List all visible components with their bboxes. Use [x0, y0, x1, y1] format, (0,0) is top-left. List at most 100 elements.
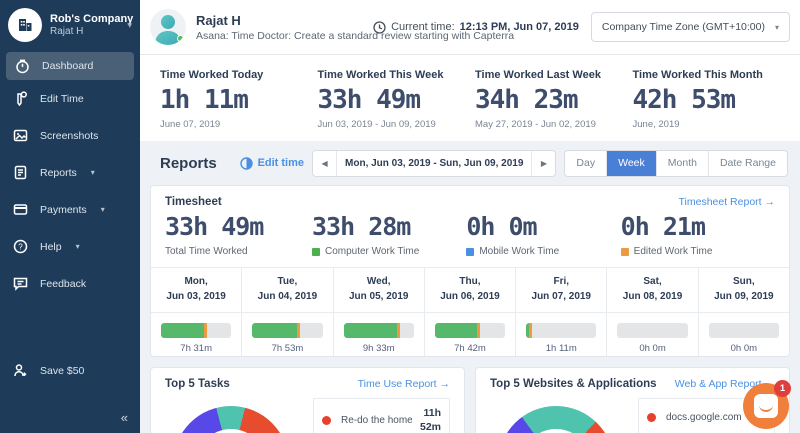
sidebar-item-payments[interactable]: Payments ▾ — [0, 191, 140, 228]
day-column-wed[interactable]: Wed,Jun 05, 2019 9h 33m — [334, 268, 425, 357]
sidebar-item-screenshots[interactable]: Screenshots — [0, 117, 140, 154]
mobile-work-time: 0h 0m Mobile Work Time — [466, 212, 620, 257]
summary-value: 33h 49m — [165, 212, 312, 241]
green-legend-square — [312, 248, 320, 256]
blue-legend-square — [466, 248, 474, 256]
sidebar-item-reports[interactable]: Reports ▾ — [0, 154, 140, 191]
summary-label: Computer Work Time — [312, 246, 466, 257]
timesheet-summary: 33h 49m Total Time Worked 33h 28m Comput… — [165, 212, 775, 257]
task-time: 11h 52m — [420, 407, 441, 433]
day-header: Sat,Jun 08, 2019 — [607, 268, 697, 313]
table-row[interactable]: Re-do the home page wi... 11h 52m — [314, 399, 449, 433]
reports-controls: Edit time ◀ Mon, Jun 03, 2019 - Sun, Jun… — [240, 150, 788, 177]
day-header: Fri,Jun 07, 2019 — [516, 268, 606, 313]
sidebar-item-label: Edit Time — [40, 93, 84, 105]
time-use-report-link[interactable]: Time Use Report → — [358, 378, 450, 390]
day-header: Sun,Jun 09, 2019 — [699, 268, 789, 313]
clock-icon — [373, 21, 386, 34]
summary-value: 0h 0m — [466, 212, 620, 241]
user-name: Rajat H — [196, 13, 373, 28]
tasks-donut-chart — [173, 406, 289, 433]
time-worked-stats: Time Worked Today 1h 11m June 07, 2019 T… — [140, 55, 800, 141]
user-avatar — [150, 9, 186, 45]
view-month-button[interactable]: Month — [657, 151, 709, 176]
timesheet-report-link[interactable]: Timesheet Report → — [679, 196, 775, 208]
view-day-button[interactable]: Day — [565, 151, 607, 176]
day-bar — [151, 313, 241, 343]
top-websites-title: Top 5 Websites & Applications — [490, 378, 657, 390]
sidebar: Rob's Company Rajat H ▾ Dashboard Edit T… — [0, 0, 140, 433]
edit-time-button[interactable]: Edit time — [240, 157, 304, 170]
dashboard-icon — [14, 59, 30, 74]
company-switcher[interactable]: Rob's Company Rajat H ▾ — [0, 0, 140, 48]
sidebar-item-label: Reports — [40, 167, 77, 179]
chevron-down-icon: ▾ — [91, 168, 95, 177]
company-info: Rob's Company Rajat H — [50, 13, 117, 37]
day-column-thu[interactable]: Thu,Jun 06, 2019 7h 42m — [425, 268, 516, 357]
day-column-tue[interactable]: Tue,Jun 04, 2019 7h 53m — [242, 268, 333, 357]
day-column-sun[interactable]: Sun,Jun 09, 2019 0h 0m — [699, 268, 789, 357]
day-column-mon[interactable]: Mon,Jun 03, 2019 7h 31m — [151, 268, 242, 357]
top-websites-header: Top 5 Websites & Applications Web & App … — [490, 378, 775, 390]
view-week-button[interactable]: Week — [607, 151, 657, 176]
summary-label: Total Time Worked — [165, 246, 312, 257]
sidebar-item-edit-time[interactable]: Edit Time — [0, 80, 140, 117]
building-icon — [16, 16, 34, 34]
sidebar-bottom: Save $50 — [0, 352, 140, 389]
day-column-sat[interactable]: Sat,Jun 08, 2019 0h 0m — [607, 268, 698, 357]
screenshots-icon — [12, 128, 28, 143]
top-tasks-card: Top 5 Tasks Time Use Report → Re-do the … — [150, 367, 465, 433]
stat-title: Time Worked Last Week — [475, 69, 633, 81]
day-header: Thu,Jun 06, 2019 — [425, 268, 515, 313]
next-week-arrow[interactable]: ▶ — [531, 151, 555, 176]
day-header: Wed,Jun 05, 2019 — [334, 268, 424, 313]
daily-timesheet-table: Mon,Jun 03, 2019 7h 31m Tue,Jun 04, 2019… — [151, 267, 789, 357]
day-total: 0h 0m — [699, 343, 789, 357]
timesheet-title: Timesheet — [165, 196, 222, 208]
day-bar — [516, 313, 606, 343]
chat-bubble-button[interactable]: 1 — [743, 383, 789, 429]
chevron-down-icon: ▾ — [101, 205, 105, 214]
stat-last-week: Time Worked Last Week 34h 23m May 27, 20… — [475, 65, 633, 141]
day-header: Mon,Jun 03, 2019 — [151, 268, 241, 313]
day-column-fri[interactable]: Fri,Jun 07, 2019 1h 11m — [516, 268, 607, 357]
chevron-down-icon: ▾ — [775, 23, 779, 32]
total-time-worked: 33h 49m Total Time Worked — [165, 212, 312, 257]
sidebar-item-label: Dashboard — [42, 60, 93, 72]
company-user-name: Rajat H — [50, 26, 117, 37]
stat-today: Time Worked Today 1h 11m June 07, 2019 — [160, 65, 318, 141]
timezone-select[interactable]: Company Time Zone (GMT+10:00) ▾ — [591, 12, 790, 42]
date-range-text: Mon, Jun 03, 2019 - Sun, Jun 09, 2019 — [337, 151, 531, 176]
websites-donut-chart — [498, 406, 614, 433]
view-switcher: Day Week Month Date Range — [564, 150, 788, 177]
edit-time-label: Edit time — [258, 157, 304, 169]
sidebar-item-save-50[interactable]: Save $50 — [0, 352, 140, 389]
stat-this-week: Time Worked This Week 33h 49m Jun 03, 20… — [318, 65, 476, 141]
sidebar-item-label: Payments — [40, 204, 87, 216]
feedback-icon — [12, 276, 28, 291]
chat-smile-icon — [754, 394, 778, 418]
view-date-range-button[interactable]: Date Range — [709, 151, 787, 176]
edit-time-clock-icon — [240, 157, 253, 170]
sidebar-item-feedback[interactable]: Feedback — [0, 265, 140, 302]
computer-work-time: 33h 28m Computer Work Time — [312, 212, 466, 257]
stat-title: Time Worked This Week — [318, 69, 476, 81]
edit-time-icon — [12, 91, 28, 106]
reports-icon — [12, 165, 28, 180]
day-total: 7h 53m — [242, 343, 332, 357]
stat-period: May 27, 2019 - Jun 02, 2019 — [475, 119, 633, 130]
sidebar-item-help[interactable]: ? Help ▾ — [0, 228, 140, 265]
current-time: Current time: 12:13 PM, Jun 07, 2019 — [373, 21, 579, 34]
sidebar-item-dashboard[interactable]: Dashboard — [6, 52, 134, 80]
top-tasks-header: Top 5 Tasks Time Use Report → — [165, 378, 450, 390]
header-right: Current time: 12:13 PM, Jun 07, 2019 Com… — [373, 12, 790, 42]
prev-week-arrow[interactable]: ◀ — [313, 151, 337, 176]
day-bar — [242, 313, 332, 343]
chat-unread-badge: 1 — [774, 380, 791, 397]
day-total: 7h 42m — [425, 343, 515, 357]
stat-value: 33h 49m — [318, 85, 476, 115]
sidebar-collapse-button[interactable]: « — [121, 410, 128, 425]
reports-section: Reports Edit time ◀ Mon, Jun 03, 2019 - … — [140, 141, 800, 433]
main-area: Rajat H Asana: Time Doctor: Create a sta… — [140, 0, 800, 433]
task-label: Re-do the home page wi... — [341, 415, 412, 426]
